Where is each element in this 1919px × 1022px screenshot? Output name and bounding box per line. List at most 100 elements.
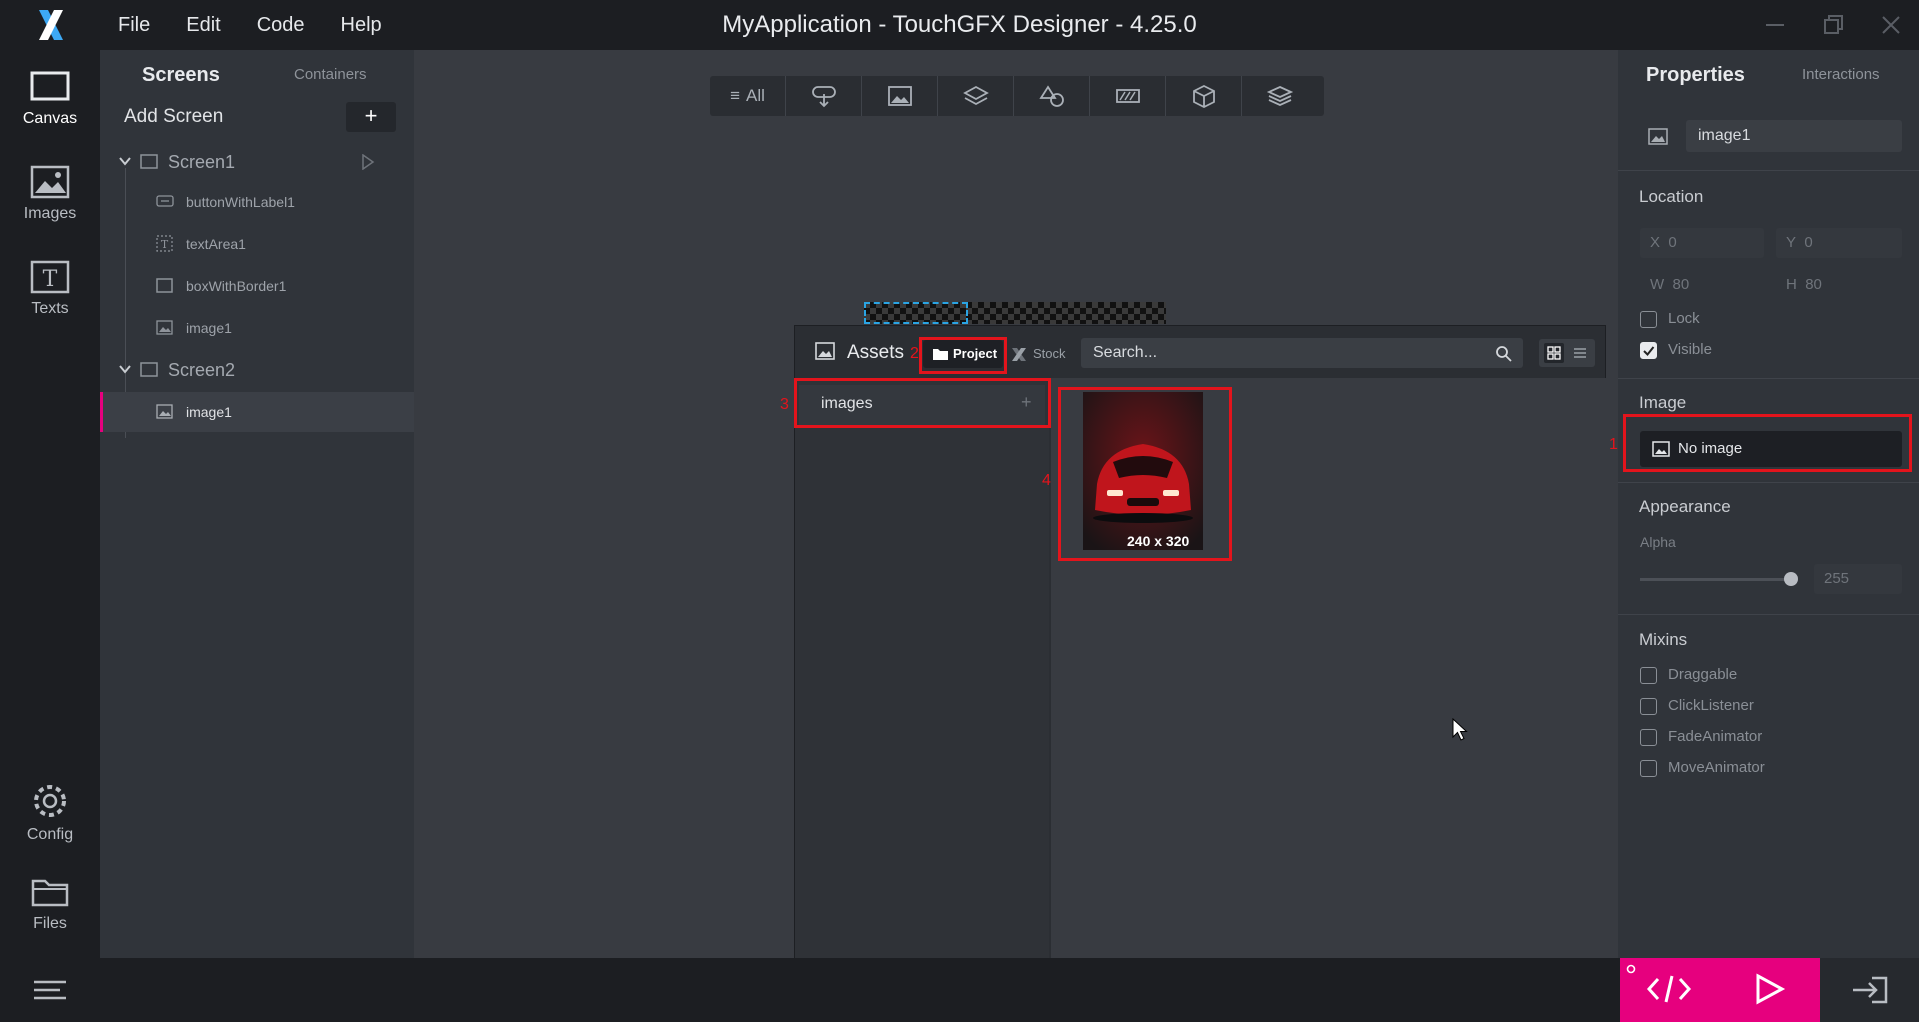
- lock-checkbox[interactable]: [1640, 311, 1657, 328]
- widget-filter-bar: ≡ All: [710, 76, 1324, 116]
- tree-node-boxwithborder1[interactable]: boxWithBorder1: [100, 266, 414, 306]
- fadeanimator-checkbox[interactable]: [1640, 729, 1657, 746]
- draggable-checkbox[interactable]: [1640, 667, 1657, 684]
- layers-icon: [962, 85, 989, 106]
- selection-box: [864, 302, 968, 324]
- add-screen-button[interactable]: +: [346, 102, 396, 132]
- text-widget-icon: T: [156, 235, 173, 252]
- alpha-slider-track[interactable]: [1640, 578, 1790, 581]
- annotation-box-4: [1058, 387, 1232, 561]
- minimize-icon[interactable]: [1762, 12, 1788, 38]
- tree-node-label: image1: [186, 320, 232, 336]
- clicklistener-checkbox[interactable]: [1640, 698, 1657, 715]
- tab-stock[interactable]: Stock: [1007, 340, 1069, 368]
- rail-images[interactable]: Images: [0, 165, 100, 223]
- visible-label: Visible: [1668, 341, 1712, 358]
- filter-all[interactable]: ≡ All: [710, 76, 786, 116]
- canvas-icon: [30, 71, 70, 101]
- properties-panel: Properties Interactions image1 Location …: [1618, 50, 1919, 958]
- w-field[interactable]: W 80: [1640, 270, 1764, 300]
- tree-node-label: textArea1: [186, 236, 246, 252]
- interaction-icon: [811, 86, 836, 108]
- 3d-box-icon: [1192, 84, 1215, 108]
- rail-canvas[interactable]: Canvas: [0, 70, 100, 128]
- tree-node-image1[interactable]: image1: [100, 308, 414, 348]
- run-simulator-icon[interactable]: [1752, 972, 1786, 1006]
- image-widget-icon: [156, 320, 173, 335]
- texts-icon: T: [30, 260, 70, 294]
- add-screen-label: Add Screen: [124, 106, 224, 127]
- title-bar: File Edit Code Help MyApplication - Touc…: [0, 0, 1919, 50]
- status-dot-icon: [1626, 964, 1636, 974]
- alpha-slider-handle[interactable]: [1784, 572, 1798, 586]
- shapes-icon: [1038, 85, 1064, 107]
- divider: [1618, 378, 1919, 379]
- restore-icon[interactable]: [1820, 12, 1846, 38]
- rail-config[interactable]: Config: [0, 782, 100, 844]
- screen-icon: [140, 362, 158, 377]
- window-title: MyApplication - TouchGFX Designer - 4.25…: [722, 11, 1197, 38]
- chevron-down-icon[interactable]: [118, 154, 132, 168]
- search-icon[interactable]: [1495, 345, 1512, 362]
- grid-view-icon[interactable]: [1544, 343, 1564, 363]
- widget-name-field[interactable]: image1: [1686, 120, 1902, 152]
- tab-stock-label: Stock: [1033, 346, 1066, 361]
- hamburger-menu-icon[interactable]: [32, 976, 68, 1004]
- folder-icon: [31, 879, 69, 907]
- tree-node-image1-selected[interactable]: image1: [100, 392, 414, 432]
- play-icon[interactable]: [361, 154, 375, 170]
- tab-interactions[interactable]: Interactions: [1802, 66, 1880, 83]
- svg-text:T: T: [161, 238, 169, 251]
- filter-layers[interactable]: [938, 76, 1014, 116]
- list-view-icon[interactable]: [1570, 343, 1590, 363]
- assets-title: Assets: [847, 342, 905, 363]
- h-value: 80: [1805, 276, 1822, 293]
- tree-node-buttonwithlabel1[interactable]: buttonWithLabel1: [100, 182, 414, 222]
- tree-node-textarea1[interactable]: T textArea1: [100, 224, 414, 264]
- tab-containers[interactable]: Containers: [294, 66, 367, 83]
- run-bar: [1620, 958, 1820, 1022]
- exit-icon: [1853, 976, 1888, 1004]
- rail-canvas-label: Canvas: [22, 110, 78, 127]
- y-value: 0: [1804, 234, 1813, 251]
- filter-stack[interactable]: [1242, 76, 1318, 116]
- moveanimator-label: MoveAnimator: [1668, 759, 1765, 776]
- tab-properties[interactable]: Properties: [1646, 64, 1745, 87]
- image-icon: [887, 86, 912, 106]
- button-widget-icon: [156, 195, 174, 207]
- tree-screen2[interactable]: Screen2: [100, 350, 414, 390]
- divider: [1618, 482, 1919, 483]
- filter-shapes[interactable]: [1014, 76, 1090, 116]
- filter-interaction[interactable]: [786, 76, 862, 116]
- h-field[interactable]: H 80: [1776, 270, 1902, 300]
- x-field[interactable]: X 0: [1640, 228, 1764, 258]
- assets-search-input[interactable]: [1081, 338, 1523, 368]
- navigation-rail: Canvas Images T Texts Config Files: [0, 50, 100, 1022]
- rail-texts[interactable]: T Texts: [0, 260, 100, 318]
- filter-image[interactable]: [862, 76, 938, 116]
- visible-checkbox[interactable]: [1640, 342, 1657, 359]
- exit-button[interactable]: [1820, 958, 1919, 1022]
- gear-icon: [34, 785, 66, 817]
- mixins-heading: Mixins: [1639, 630, 1688, 649]
- x-value: 0: [1668, 234, 1677, 251]
- generate-code-icon[interactable]: [1646, 972, 1692, 1006]
- annotation-number-4: 4: [1042, 472, 1051, 489]
- tree-screen1-label: Screen1: [168, 152, 236, 172]
- annotation-box-1: [1623, 414, 1912, 472]
- rail-files[interactable]: Files: [0, 875, 100, 933]
- moveanimator-checkbox[interactable]: [1640, 760, 1657, 777]
- chevron-down-icon[interactable]: [118, 362, 132, 376]
- filter-progress[interactable]: [1090, 76, 1166, 116]
- annotation-number-1: 1: [1609, 436, 1618, 453]
- close-icon[interactable]: [1878, 12, 1904, 38]
- alpha-value-field[interactable]: 255: [1814, 564, 1902, 594]
- tree-node-label: boxWithBorder1: [186, 278, 287, 294]
- location-heading: Location: [1639, 187, 1704, 206]
- y-field[interactable]: Y 0: [1776, 228, 1902, 258]
- touchgfx-designer-window: File Edit Code Help MyApplication - Touc…: [0, 0, 1919, 1022]
- tab-screens[interactable]: Screens: [142, 64, 220, 87]
- tree-screen1[interactable]: Screen1: [100, 142, 414, 182]
- progress-icon: [1115, 89, 1140, 103]
- filter-3d[interactable]: [1166, 76, 1242, 116]
